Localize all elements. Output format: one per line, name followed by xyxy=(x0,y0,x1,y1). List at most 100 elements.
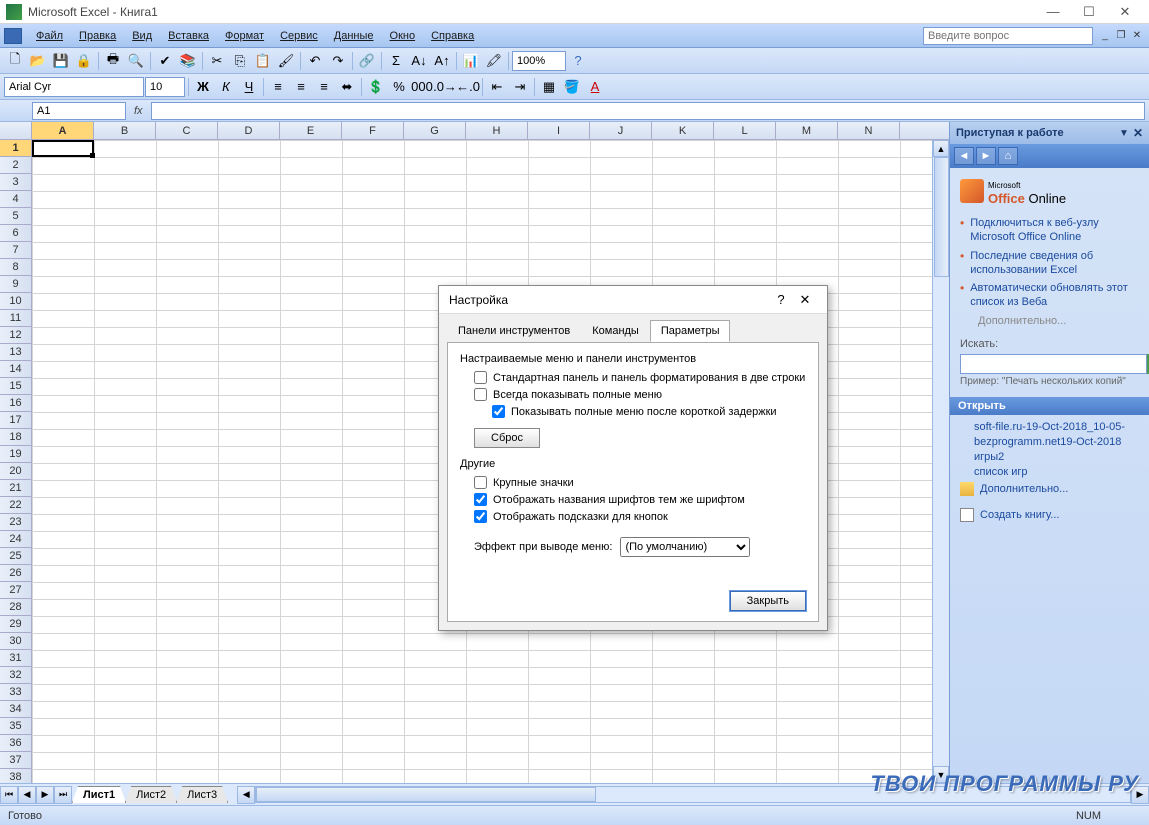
decrease-indent-icon[interactable]: ⇤ xyxy=(486,76,508,98)
spelling-icon[interactable]: ✔ xyxy=(154,50,176,72)
hyperlink-icon[interactable]: 🔗 xyxy=(356,50,378,72)
scroll-right-icon[interactable]: ▶ xyxy=(1131,786,1149,804)
scroll-up-icon[interactable]: ▲ xyxy=(933,140,949,157)
increase-decimal-icon[interactable]: .0→ xyxy=(434,76,456,98)
checkbox-menu-delay[interactable]: Показывать полные меню после короткой за… xyxy=(492,405,806,418)
close-button[interactable]: ✕ xyxy=(1107,1,1143,23)
drawing-icon[interactable]: 🖍 xyxy=(483,50,505,72)
taskpane-more-link[interactable]: Дополнительно... xyxy=(972,314,1139,328)
sort-desc-icon[interactable]: A↑ xyxy=(431,50,453,72)
scroll-thumb-horizontal[interactable] xyxy=(256,787,596,802)
recent-file[interactable]: soft-file.ru-19-Oct-2018_10-05- xyxy=(974,421,1139,433)
redo-icon[interactable]: ↷ xyxy=(327,50,349,72)
row-header[interactable]: 4 xyxy=(0,191,31,208)
sheet-tab[interactable]: Лист3 xyxy=(176,786,228,803)
sort-asc-icon[interactable]: A↓ xyxy=(408,50,430,72)
row-header[interactable]: 10 xyxy=(0,293,31,310)
comma-icon[interactable]: 000 xyxy=(411,76,433,98)
row-header[interactable]: 21 xyxy=(0,480,31,497)
row-header[interactable]: 9 xyxy=(0,276,31,293)
column-header[interactable]: B xyxy=(94,122,156,139)
currency-icon[interactable]: 💲 xyxy=(365,76,387,98)
row-header[interactable]: 13 xyxy=(0,344,31,361)
mdi-minimize-button[interactable]: _ xyxy=(1097,29,1113,43)
select-all-corner[interactable] xyxy=(0,122,32,139)
paste-icon[interactable]: 📋 xyxy=(252,50,274,72)
mdi-restore-button[interactable]: ❐ xyxy=(1113,29,1129,43)
checkbox-tooltips[interactable]: Отображать подсказки для кнопок xyxy=(474,510,806,523)
menu-window[interactable]: Окно xyxy=(382,28,424,44)
ask-a-question-input[interactable] xyxy=(923,27,1093,45)
menu-format[interactable]: Формат xyxy=(217,28,272,44)
row-header[interactable]: 3 xyxy=(0,174,31,191)
recent-file[interactable]: список игр xyxy=(974,466,1139,478)
row-header[interactable]: 6 xyxy=(0,225,31,242)
column-header[interactable]: I xyxy=(528,122,590,139)
align-center-icon[interactable]: ≡ xyxy=(290,76,312,98)
menu-animation-select[interactable]: (По умолчанию) xyxy=(620,537,750,557)
row-header[interactable]: 31 xyxy=(0,650,31,667)
taskpane-close-icon[interactable]: ✕ xyxy=(1133,126,1143,140)
column-header[interactable]: E xyxy=(280,122,342,139)
row-header[interactable]: 16 xyxy=(0,395,31,412)
taskpane-back-icon[interactable]: ◄ xyxy=(954,147,974,165)
bold-icon[interactable]: Ж xyxy=(192,76,214,98)
fill-color-icon[interactable]: 🪣 xyxy=(561,76,583,98)
dialog-tab-commands[interactable]: Команды xyxy=(581,320,650,342)
row-header[interactable]: 27 xyxy=(0,582,31,599)
row-header[interactable]: 26 xyxy=(0,565,31,582)
column-header[interactable]: K xyxy=(652,122,714,139)
row-header[interactable]: 5 xyxy=(0,208,31,225)
dialog-help-icon[interactable]: ? xyxy=(769,290,793,310)
column-header[interactable]: D xyxy=(218,122,280,139)
row-header[interactable]: 19 xyxy=(0,446,31,463)
align-left-icon[interactable]: ≡ xyxy=(267,76,289,98)
minimize-button[interactable]: — xyxy=(1035,1,1071,23)
row-header[interactable]: 33 xyxy=(0,684,31,701)
create-workbook-link[interactable]: Создать книгу... xyxy=(960,508,1139,522)
column-header[interactable]: A xyxy=(32,122,94,139)
new-icon[interactable]: 🗋 xyxy=(4,50,26,72)
column-header[interactable]: H xyxy=(466,122,528,139)
align-right-icon[interactable]: ≡ xyxy=(313,76,335,98)
increase-indent-icon[interactable]: ⇥ xyxy=(509,76,531,98)
scroll-left-icon[interactable]: ◀ xyxy=(237,786,255,804)
taskpane-home-icon[interactable]: ⌂ xyxy=(998,147,1018,165)
row-header[interactable]: 1 xyxy=(0,140,31,157)
row-header[interactable]: 23 xyxy=(0,514,31,531)
column-header[interactable]: C xyxy=(156,122,218,139)
row-header[interactable]: 28 xyxy=(0,599,31,616)
row-header[interactable]: 8 xyxy=(0,259,31,276)
tab-first-icon[interactable]: ⏮ xyxy=(0,786,18,804)
name-box[interactable] xyxy=(32,102,126,120)
checkbox-full-menus[interactable]: Всегда показывать полные меню xyxy=(474,388,806,401)
help-icon[interactable]: ? xyxy=(567,50,589,72)
zoom-combo[interactable] xyxy=(512,51,566,71)
tab-next-icon[interactable]: ▶ xyxy=(36,786,54,804)
taskpane-link[interactable]: Подключиться к веб-узлу Microsoft Office… xyxy=(960,216,1139,245)
mdi-close-button[interactable]: ✕ xyxy=(1129,29,1145,43)
menu-insert[interactable]: Вставка xyxy=(160,28,217,44)
row-header[interactable]: 14 xyxy=(0,361,31,378)
row-header[interactable]: 11 xyxy=(0,310,31,327)
print-preview-icon[interactable]: 🔍 xyxy=(125,50,147,72)
open-icon[interactable]: 📂 xyxy=(27,50,49,72)
column-header[interactable]: F xyxy=(342,122,404,139)
dialog-close-icon[interactable]: ✕ xyxy=(793,290,817,310)
row-header[interactable]: 37 xyxy=(0,752,31,769)
sheet-tab[interactable]: Лист1 xyxy=(72,786,126,803)
scroll-thumb-vertical[interactable] xyxy=(934,157,949,277)
row-header[interactable]: 7 xyxy=(0,242,31,259)
copy-icon[interactable]: ⎘ xyxy=(229,50,251,72)
column-header[interactable]: G xyxy=(404,122,466,139)
percent-icon[interactable]: % xyxy=(388,76,410,98)
font-color-icon[interactable]: A xyxy=(584,76,606,98)
row-header[interactable]: 35 xyxy=(0,718,31,735)
row-header[interactable]: 34 xyxy=(0,701,31,718)
row-header[interactable]: 15 xyxy=(0,378,31,395)
format-painter-icon[interactable]: 🖌 xyxy=(275,50,297,72)
checkbox-two-rows[interactable]: Стандартная панель и панель форматирован… xyxy=(474,371,806,384)
row-header[interactable]: 2 xyxy=(0,157,31,174)
decrease-decimal-icon[interactable]: ←.0 xyxy=(457,76,479,98)
scroll-down-icon[interactable]: ▼ xyxy=(933,766,949,783)
